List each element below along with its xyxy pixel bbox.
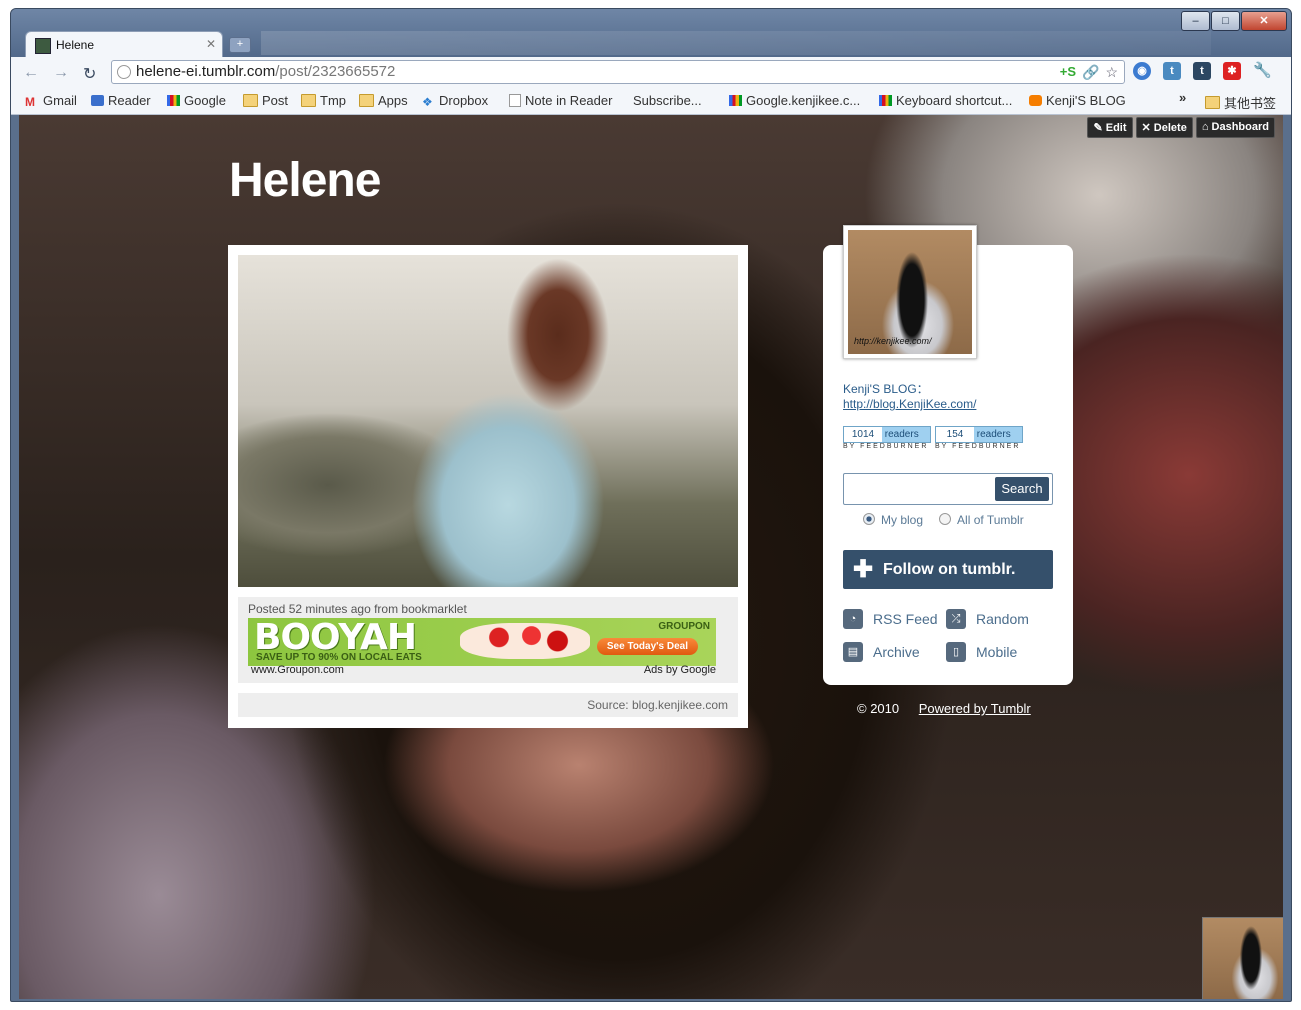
tab-close-icon[interactable]: ✕: [206, 37, 216, 51]
plus-icon: ✚: [853, 556, 874, 583]
bookmark-google-kenjikee[interactable]: Google.kenjikee.c...: [729, 93, 860, 108]
ad-brand: GROUPON: [658, 621, 710, 632]
search-scope: My blog All of Tumblr: [863, 513, 1024, 527]
browser-window: – □ ✕ Helene ✕ + ← → ↻ helene-ei.tumblr.…: [10, 8, 1292, 1002]
blog-link[interactable]: http://blog.KenjiKee.com/: [843, 397, 976, 411]
bookmark-post[interactable]: Post: [243, 93, 288, 108]
tab-helene[interactable]: Helene ✕: [25, 31, 223, 58]
mobile-link[interactable]: ▯ Mobile: [946, 642, 1017, 662]
search-input[interactable]: Search: [843, 473, 1053, 505]
tumblr-admin-controls: ✎ Edit ✕ Delete ⌂ Dashboard: [1087, 117, 1275, 138]
dashboard-button[interactable]: ⌂ Dashboard: [1195, 117, 1275, 138]
post-photo[interactable]: [238, 255, 738, 587]
ad-food-image: [460, 623, 590, 659]
background-tabs[interactable]: [261, 31, 1211, 55]
folder-icon: [1205, 96, 1220, 109]
page-icon: [117, 65, 131, 79]
tumblr-extension-icon[interactable]: t: [1193, 62, 1211, 80]
twitter-extension-icon[interactable]: t: [1163, 62, 1181, 80]
gmail-icon: M: [25, 95, 35, 109]
avatar[interactable]: http://kenjikee.com/: [843, 225, 977, 359]
feedburner-badge-1[interactable]: 1014 readers BY FEEDBURNER: [843, 426, 931, 450]
copyright: © 2010: [857, 701, 900, 716]
link-icon[interactable]: 🔗: [1082, 64, 1099, 81]
random-link[interactable]: ⤮ Random: [946, 609, 1029, 629]
window-controls: – □ ✕: [1181, 11, 1287, 31]
tab-favicon-icon: [35, 38, 51, 54]
bookmark-dropbox[interactable]: ❖ Dropbox: [422, 93, 488, 109]
page-icon: [509, 94, 521, 107]
folder-icon: [301, 94, 316, 107]
bookmark-google[interactable]: Google: [167, 93, 226, 108]
post-source: Source: blog.kenjikee.com: [238, 693, 738, 717]
bookmark-apps[interactable]: Apps: [359, 93, 408, 108]
bookmarks-overflow-button[interactable]: »: [1179, 90, 1186, 105]
url-text: helene-ei.tumblr.com/post/2323665572: [136, 63, 396, 80]
delete-button[interactable]: ✕ Delete: [1135, 117, 1193, 138]
reader-icon: [91, 95, 104, 106]
huawei-extension-icon[interactable]: ✱: [1223, 62, 1241, 80]
bookmark-tmp[interactable]: Tmp: [301, 93, 346, 108]
back-icon[interactable]: ←: [23, 64, 39, 82]
rss-icon: ◔: [843, 609, 863, 629]
bookmark-subscribe[interactable]: Subscribe...: [633, 93, 702, 108]
shuffle-icon: ⤮: [946, 609, 966, 629]
archive-icon: ▤: [843, 642, 863, 662]
minimize-button[interactable]: –: [1181, 11, 1210, 31]
extension-icons: ◉ t t ✱ 🔧: [1133, 62, 1272, 80]
new-tab-button[interactable]: +: [229, 37, 251, 53]
folder-icon: [243, 94, 258, 107]
close-window-button[interactable]: ✕: [1241, 11, 1287, 31]
extension-s-icon[interactable]: +S: [1060, 64, 1076, 81]
ad-subtext: SAVE UP TO 90% ON LOCAL EATS: [256, 652, 422, 663]
avatar-watermark: http://kenjikee.com/: [854, 336, 932, 346]
radio-my-blog[interactable]: My blog: [863, 513, 923, 527]
powered-by-link[interactable]: Powered by Tumblr: [919, 701, 1031, 716]
archive-link[interactable]: ▤ Archive: [843, 642, 920, 662]
post-meta: Posted 52 minutes ago from bookmarklet B…: [238, 597, 738, 683]
bookmark-reader[interactable]: Reader: [91, 93, 151, 108]
forward-icon[interactable]: →: [53, 64, 69, 82]
edit-button[interactable]: ✎ Edit: [1087, 117, 1133, 138]
blog-description: Kenji'S BLOG： http://blog.KenjiKee.com/: [843, 382, 977, 411]
bookmarks-bar: M Gmail Reader Google Post Tmp Apps ❖ Drop…: [11, 88, 1291, 115]
post-timestamp: Posted 52 minutes ago from bookmarklet: [248, 602, 467, 616]
tab-title: Helene: [56, 38, 95, 52]
radio-all-of-tumblr[interactable]: All of Tumblr: [939, 513, 1024, 527]
address-bar[interactable]: helene-ei.tumblr.com/post/2323665572 +S …: [111, 60, 1125, 84]
dropbox-icon: ❖: [422, 95, 433, 109]
folder-icon: [359, 94, 374, 107]
photo-post: Posted 52 minutes ago from bookmarklet B…: [228, 245, 748, 728]
source-link[interactable]: Source: blog.kenjikee.com: [587, 698, 728, 712]
feedburner-badge-2[interactable]: 154 readers BY FEEDBURNER: [935, 426, 1023, 450]
blog-title[interactable]: Helene: [229, 153, 381, 208]
browser-toolbar: ← → ↻ helene-ei.tumblr.com/post/23236655…: [11, 57, 1291, 88]
globe-extension-icon[interactable]: ◉: [1133, 62, 1151, 80]
title-bar: – □ ✕ Helene ✕ +: [11, 9, 1291, 58]
groupon-ad[interactable]: BOOYAH SAVE UP TO 90% ON LOCAL EATS GROU…: [248, 618, 716, 666]
page-footer: © 2010 Powered by Tumblr: [857, 701, 1031, 716]
corner-thumbnail[interactable]: [1202, 917, 1283, 999]
ad-cta-button[interactable]: See Today's Deal: [596, 638, 698, 655]
bookmark-star-icon[interactable]: ☆: [1105, 64, 1118, 81]
bookmark-gmail[interactable]: M Gmail: [25, 93, 77, 109]
maximize-button[interactable]: □: [1211, 11, 1240, 31]
mobile-icon: ▯: [946, 642, 966, 662]
tumblr-page: ✎ Edit ✕ Delete ⌂ Dashboard Helene Poste…: [19, 115, 1283, 999]
bookmark-keyboard-shortcut[interactable]: Keyboard shortcut...: [879, 93, 1012, 108]
follow-button[interactable]: ✚ Follow on tumblr.: [843, 550, 1053, 589]
rss-feed-link[interactable]: ◔ RSS Feed: [843, 609, 938, 629]
google-icon: [879, 95, 892, 106]
ads-by-google-link[interactable]: Ads by Google: [644, 664, 716, 676]
search-button[interactable]: Search: [995, 477, 1049, 501]
bookmark-note-in-reader[interactable]: Note in Reader: [509, 93, 612, 108]
reload-icon[interactable]: ↻: [83, 64, 96, 84]
blogger-icon: [1029, 95, 1042, 106]
google-icon: [729, 95, 742, 106]
bookmark-kenjis-blog[interactable]: Kenji'S BLOG: [1029, 93, 1126, 108]
other-bookmarks[interactable]: 其他书签: [1205, 93, 1276, 112]
ad-display-url[interactable]: www.Groupon.com: [251, 664, 344, 676]
wrench-icon[interactable]: 🔧: [1253, 62, 1272, 80]
google-icon: [167, 95, 180, 106]
